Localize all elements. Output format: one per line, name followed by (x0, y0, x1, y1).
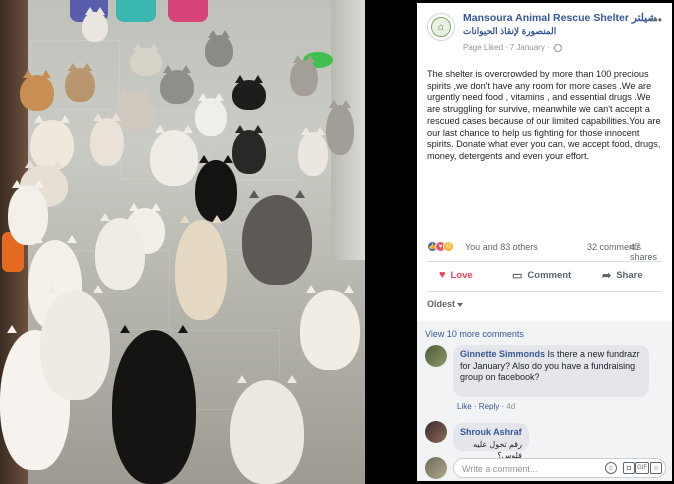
cat (150, 125, 198, 186)
shares-count[interactable]: 47 shares (630, 242, 667, 262)
cat (82, 7, 108, 42)
share-button[interactable]: ➦ Share (602, 269, 643, 282)
cat (195, 155, 237, 222)
comment-reply-link[interactable]: Reply (479, 402, 499, 411)
post-header: ⌂ Mansoura Animal Rescue Shelter شيلتر ا… (417, 3, 672, 61)
globe-icon (553, 43, 562, 52)
meta-separator: · (546, 43, 550, 52)
comment-icon: ▭ (512, 270, 523, 282)
sort-dropdown[interactable]: Oldest (427, 299, 464, 309)
comment-author[interactable]: Shrouk Ashraf (460, 427, 522, 439)
gif-icon[interactable]: GIF (635, 462, 649, 474)
heart-icon: ♥ (439, 269, 446, 281)
cat (160, 65, 194, 104)
page-avatar[interactable]: ⌂ (427, 13, 455, 41)
cat (230, 375, 304, 484)
divider (427, 261, 662, 262)
sort-label: Oldest (427, 299, 456, 309)
comment-bubble: Shrouk Ashraf رقم تحول عليه فلوس؟ (453, 423, 529, 460)
cat (300, 285, 360, 370)
cat (130, 43, 162, 76)
comment-input-box[interactable]: ☺ ◘ GIF ☺ (453, 458, 666, 478)
cat (195, 93, 227, 136)
post-actions: ♥ Love ▭ Comment ➦ Share (417, 265, 672, 289)
post-panel: ⌂ Mansoura Animal Rescue Shelter شيلتر ا… (417, 3, 672, 481)
bucket (168, 0, 208, 22)
reactions-text[interactable]: You and 83 others (465, 242, 538, 252)
more-options-icon[interactable]: ••• (649, 13, 662, 27)
post-meta: Page Liked · 7 January · (463, 43, 562, 52)
cat (242, 190, 312, 285)
divider (427, 291, 662, 292)
cat (112, 325, 196, 484)
view-more-comments-link[interactable]: View 10 more comments (425, 329, 524, 339)
comment-label: Comment (527, 270, 572, 281)
current-user-avatar[interactable] (425, 457, 447, 479)
cat (326, 100, 354, 155)
comment-input[interactable] (462, 462, 592, 475)
meta-separator: · (505, 43, 508, 52)
cat (232, 75, 266, 110)
caret-down-icon (457, 302, 464, 307)
comment-actions: Like · Reply · 4d (457, 402, 516, 411)
cat (65, 63, 95, 102)
page-liked-label[interactable]: Page Liked (463, 43, 503, 52)
shelter-logo-icon: ⌂ (431, 17, 451, 37)
cat (298, 127, 328, 176)
page-name-link[interactable]: Mansoura Animal Rescue Shelter شيلتر (463, 12, 656, 25)
cat (205, 30, 233, 67)
sad-reaction-icon: ☹ (443, 241, 454, 252)
comment-time[interactable]: 4d (506, 402, 515, 411)
comment-like-link[interactable]: Like (457, 402, 472, 411)
cat (232, 125, 266, 174)
cat (20, 70, 54, 111)
comment-button[interactable]: ▭ Comment (512, 269, 571, 282)
sticker-icon[interactable]: ☺ (650, 462, 662, 474)
love-label: Love (450, 269, 473, 281)
comments-section: View 10 more comments Ginnette Simmonds … (417, 321, 672, 481)
reaction-icons[interactable]: 👍 ♥ ☹ (427, 241, 454, 252)
engagement-counts: 👍 ♥ ☹ You and 83 others 32 comments 47 s… (427, 241, 667, 262)
cat (30, 115, 74, 170)
cat (290, 55, 318, 96)
cat (115, 87, 155, 132)
post-body-text: The shelter is overcrowded by more than … (427, 69, 661, 161)
avatar[interactable] (425, 421, 447, 443)
post-photo[interactable] (0, 0, 365, 484)
cat (175, 215, 227, 320)
comment-author[interactable]: Ginnette Simmonds (460, 349, 545, 359)
avatar[interactable] (425, 345, 447, 367)
cat (40, 285, 110, 400)
cat (95, 213, 145, 290)
camera-icon[interactable]: ◘ (623, 462, 635, 474)
love-button[interactable]: ♥ Love (439, 269, 473, 281)
page-name-arabic[interactable]: المنصورة لإنقاذ الحيوانات (463, 26, 556, 37)
share-icon: ➦ (602, 270, 612, 282)
emoji-icon[interactable]: ☺ (605, 462, 617, 474)
share-label: Share (616, 270, 643, 281)
comment-bubble: Ginnette Simmonds Is there a new fundraz… (453, 345, 649, 397)
post-date[interactable]: 7 January (510, 43, 545, 52)
cat (90, 113, 124, 166)
bucket (116, 0, 156, 22)
